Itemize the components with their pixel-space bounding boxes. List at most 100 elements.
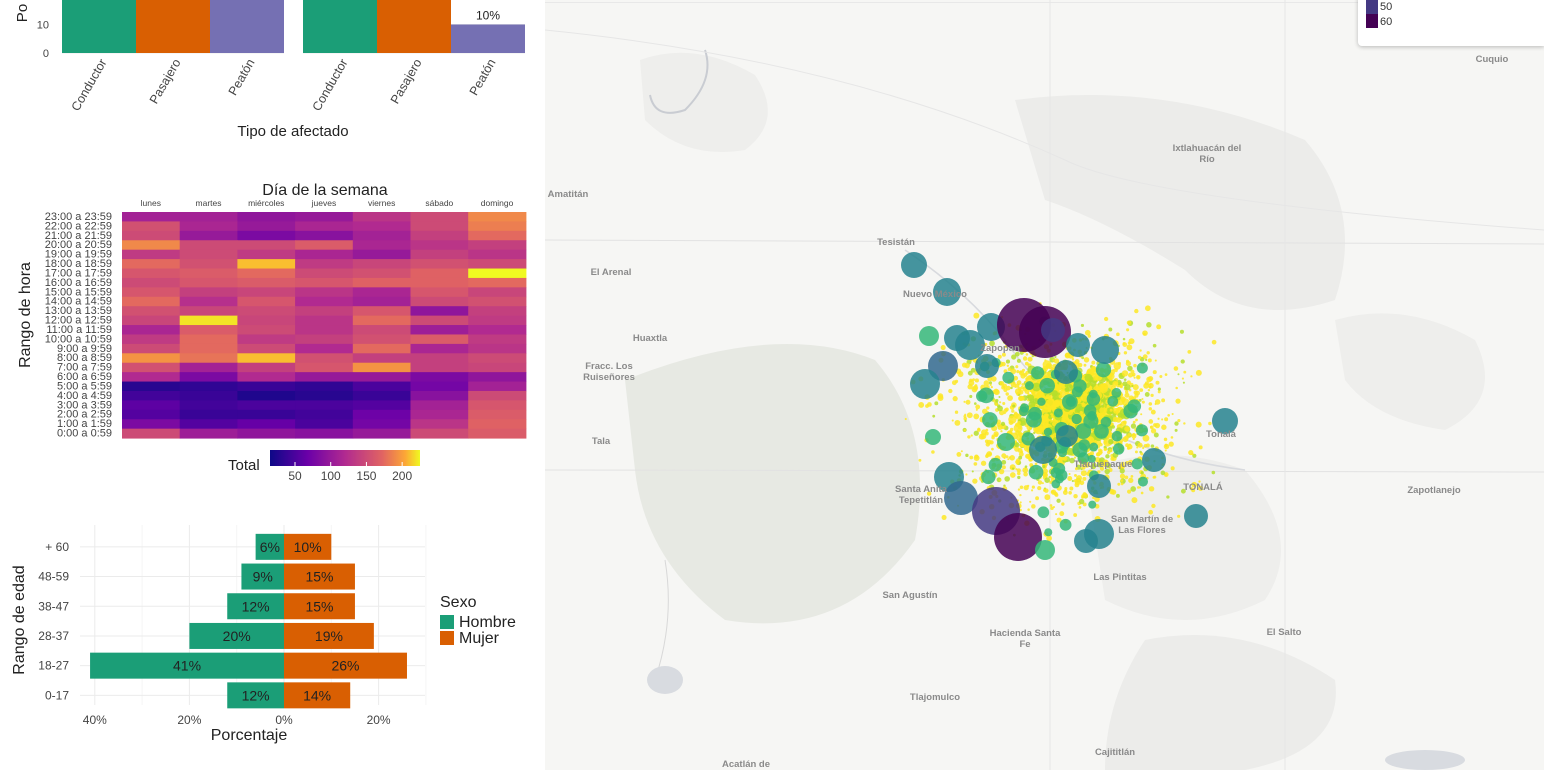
incident-point-small <box>1108 439 1114 445</box>
incident-point-large <box>1184 504 1208 528</box>
incident-point-small <box>1183 370 1187 374</box>
bar-category-label: Conductor <box>69 57 110 114</box>
incident-point-small <box>1131 372 1136 377</box>
incident-point-small <box>1108 327 1113 332</box>
map-canvas[interactable] <box>545 0 1544 770</box>
incident-point-small <box>1156 324 1162 330</box>
incident-point-small <box>1198 480 1201 483</box>
heatmap-cell <box>410 372 469 383</box>
heatmap-cell <box>237 390 296 401</box>
heatmap-cell <box>179 221 238 232</box>
incident-point-small <box>1155 380 1160 385</box>
incident-point-small <box>1167 413 1170 417</box>
incident-point-small <box>937 393 944 399</box>
heatmap-cell <box>352 249 411 260</box>
incident-point-small <box>1024 465 1028 468</box>
incident-point-small <box>1064 487 1068 491</box>
heatmap-cell <box>179 353 238 364</box>
incident-point-small <box>1131 497 1138 504</box>
incident-point-small <box>1131 384 1134 388</box>
incident-point-small <box>1139 349 1142 352</box>
incident-point-small <box>1016 468 1021 473</box>
incident-point-small <box>1095 452 1100 457</box>
heatmap-cell <box>179 315 238 326</box>
incident-point-medium <box>1072 442 1088 458</box>
heatmap-cell <box>468 221 527 232</box>
incident-point-medium <box>1053 408 1063 418</box>
heatmap-cell <box>237 240 296 251</box>
heatmap-cell <box>179 325 238 335</box>
charts-panel: Po Tipo de afectado 10 0 Conductor Pasajero… <box>0 0 545 770</box>
incident-point-small <box>1140 413 1143 416</box>
incident-point-small <box>1144 392 1150 397</box>
incident-point-small <box>1008 415 1017 424</box>
incident-point-small <box>999 479 1002 482</box>
map-legend: 50 60 <box>1358 0 1544 46</box>
incident-point-small <box>1137 376 1140 379</box>
incident-point-small <box>1127 489 1132 494</box>
heatmap-cell <box>468 372 527 383</box>
incident-point-small <box>1134 308 1139 314</box>
map-view[interactable]: Cuquio Ixtlahuacán del Río Amatitán Tesistá… <box>545 0 1544 770</box>
incident-point-small <box>1044 371 1052 379</box>
incident-point-small <box>951 419 954 422</box>
incident-point-small <box>1128 477 1134 483</box>
incident-point-small <box>931 450 935 454</box>
incident-point-small <box>1126 320 1132 325</box>
heatmap-cell <box>122 362 181 373</box>
incident-point-small <box>974 378 979 383</box>
incident-point-small <box>1056 498 1061 503</box>
incident-point-small <box>1142 330 1148 336</box>
heatmap-cell <box>468 287 527 298</box>
heatmap-cell <box>122 212 181 222</box>
pyramid-label-mujer: 15% <box>305 569 333 585</box>
heatmap-cell <box>237 343 296 354</box>
incident-point-small <box>964 413 967 416</box>
heatmap-cell <box>179 409 238 420</box>
incident-point-small <box>1002 402 1006 406</box>
heatmap-cell <box>410 221 469 232</box>
incident-point-small <box>1125 390 1129 394</box>
heatmap-cell <box>122 315 181 326</box>
incident-point-medium <box>1112 443 1125 455</box>
incident-point-large <box>925 429 941 445</box>
heatmap-cell <box>295 381 354 392</box>
bar-peatón <box>210 0 284 53</box>
incident-point-small <box>1157 417 1160 420</box>
incident-point-large <box>1074 529 1098 553</box>
heatmap-cell <box>352 381 411 392</box>
heatmap-cell <box>122 353 181 364</box>
incident-point-small <box>1122 337 1126 341</box>
heatmap-cell <box>122 428 181 439</box>
heatmap-cell <box>410 419 469 430</box>
incident-point-medium <box>1071 413 1082 425</box>
incident-point-small <box>994 402 998 406</box>
heatmap-cell <box>122 334 181 345</box>
incident-point-small <box>1164 417 1169 422</box>
incident-point-large <box>919 326 939 346</box>
incident-point-large <box>1035 540 1055 560</box>
incident-point-small <box>1004 407 1009 412</box>
heatmap-cell <box>179 212 238 222</box>
incident-point-small <box>1073 493 1078 499</box>
incident-point-small <box>1083 357 1090 363</box>
incident-point-small <box>1011 409 1015 413</box>
bar-conductor <box>62 0 136 53</box>
incident-point-small <box>1152 370 1157 375</box>
incident-point-small <box>973 455 980 461</box>
incident-point-small <box>1044 494 1051 501</box>
incident-point-small <box>1044 488 1049 493</box>
incident-point-small <box>1150 444 1155 448</box>
heatmap-day-label: jueves <box>311 198 337 208</box>
heatmap-cell <box>410 287 469 298</box>
incident-point-small <box>1001 465 1006 470</box>
heatmap-cell <box>410 249 469 260</box>
incident-point-small <box>1001 352 1006 357</box>
incident-point-small <box>993 431 999 437</box>
incident-point-small <box>1164 473 1167 476</box>
incident-point-small <box>1016 358 1021 363</box>
heatmap-cell <box>410 306 469 317</box>
incident-point-small <box>985 428 989 432</box>
incident-point-large <box>975 354 999 378</box>
incident-point-small <box>997 424 1003 430</box>
